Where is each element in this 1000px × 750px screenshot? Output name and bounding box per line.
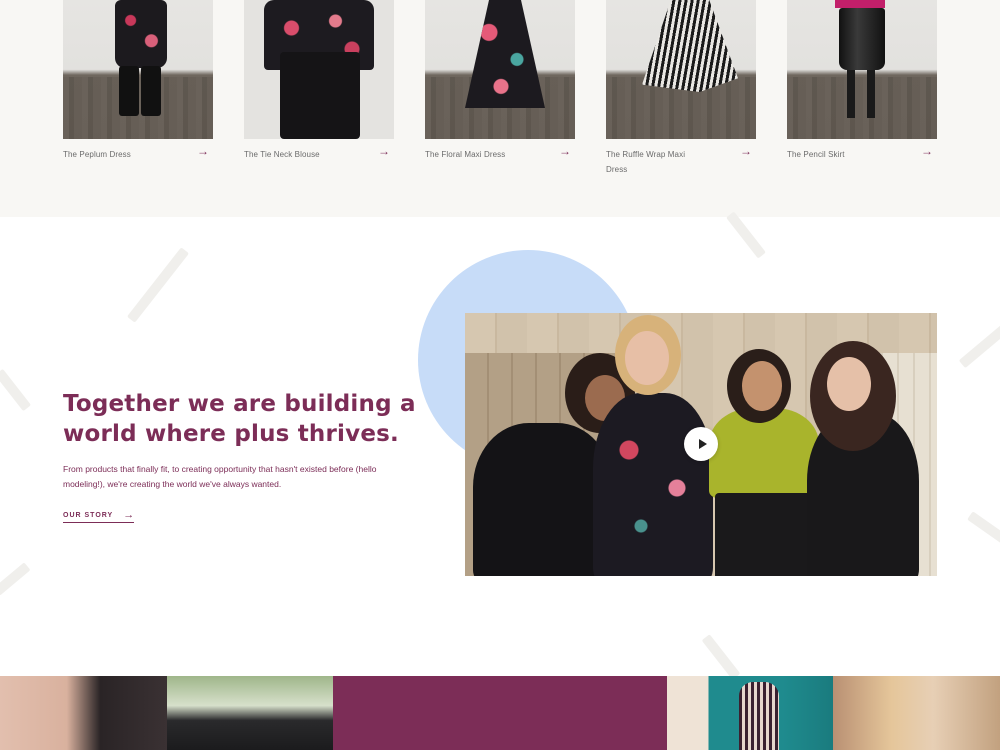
product-card[interactable]: The Ruffle Wrap Maxi Dress →: [606, 0, 756, 179]
decorative-dash: [701, 634, 741, 680]
gallery-photo[interactable]: [667, 676, 833, 750]
gallery-photo[interactable]: [0, 676, 167, 750]
product-card[interactable]: The Tie Neck Blouse →: [244, 0, 394, 179]
product-image[interactable]: [787, 0, 937, 139]
arrow-right-icon[interactable]: →: [559, 145, 571, 157]
photo-gallery: [0, 676, 1000, 750]
product-card[interactable]: The Floral Maxi Dress →: [425, 0, 575, 179]
product-image[interactable]: [63, 0, 213, 139]
arrow-right-icon[interactable]: →: [378, 145, 390, 157]
decorative-dash: [726, 211, 766, 259]
product-image[interactable]: [244, 0, 394, 139]
product-name[interactable]: The Pencil Skirt: [787, 147, 887, 162]
product-card[interactable]: The Pencil Skirt →: [787, 0, 937, 179]
arrow-right-icon[interactable]: →: [197, 145, 209, 157]
product-strip: The Peplum Dress → The Tie Neck Blouse →…: [0, 0, 1000, 217]
our-story-label: OUR STORY: [63, 511, 114, 519]
arrow-right-icon[interactable]: →: [740, 145, 752, 157]
product-name[interactable]: The Peplum Dress: [63, 147, 163, 162]
section-body: From products that finally fit, to creat…: [63, 464, 377, 489]
decorative-dash: [0, 562, 31, 596]
arrow-right-icon: →: [123, 508, 135, 521]
decorative-dash: [958, 321, 1000, 369]
gallery-photo[interactable]: [167, 676, 333, 750]
product-card[interactable]: The Peplum Dress →: [63, 0, 213, 179]
product-name[interactable]: The Floral Maxi Dress: [425, 147, 525, 162]
brand-color-block: [333, 676, 667, 750]
product-image[interactable]: [425, 0, 575, 139]
our-story-link[interactable]: OUR STORY →: [63, 508, 135, 523]
gallery-photo[interactable]: [833, 676, 1000, 750]
section-headline: Together we are building a world where p…: [63, 391, 416, 447]
product-name[interactable]: The Ruffle Wrap Maxi Dress: [606, 147, 706, 177]
video-thumbnail[interactable]: [465, 313, 937, 576]
decorative-dash: [126, 247, 190, 323]
decorative-dash: [967, 511, 1000, 545]
arrow-right-icon[interactable]: →: [921, 145, 933, 157]
decorative-dash: [0, 368, 32, 412]
play-icon[interactable]: [684, 427, 718, 461]
product-image[interactable]: [606, 0, 756, 139]
product-name[interactable]: The Tie Neck Blouse: [244, 147, 344, 162]
